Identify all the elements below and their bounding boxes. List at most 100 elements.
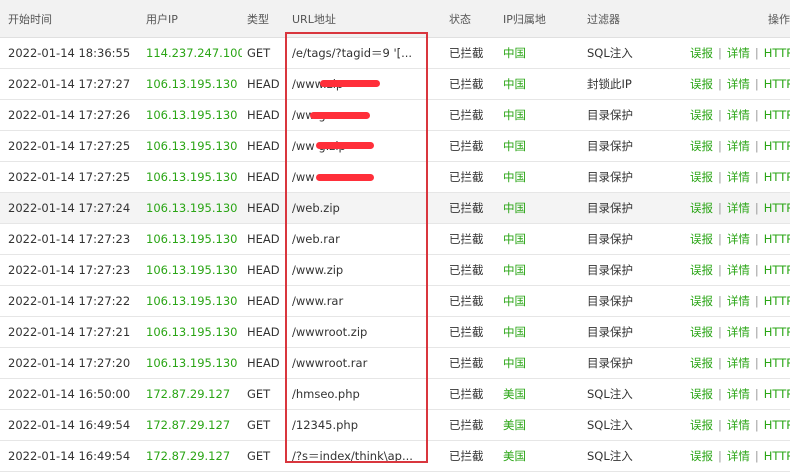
separator: |	[718, 139, 722, 153]
separator: |	[718, 263, 722, 277]
report-false-positive-link[interactable]: 误报	[690, 76, 713, 92]
row-status: 已拦截	[449, 449, 484, 463]
report-false-positive-link[interactable]: 误报	[690, 138, 713, 154]
row-type: GET	[247, 46, 271, 60]
http-link[interactable]: HTTP	[764, 108, 790, 122]
row-filter: SQL注入	[587, 449, 633, 463]
row-filter: 目录保护	[587, 356, 633, 370]
row-type: GET	[247, 387, 271, 401]
row-ip: 106.13.195.130	[146, 356, 238, 370]
report-false-positive-link[interactable]: 误报	[690, 45, 713, 61]
report-false-positive-link[interactable]: 误报	[690, 107, 713, 123]
row-url: /e/tags/?tagid＝9 '[...	[292, 46, 413, 60]
report-false-positive-link[interactable]: 误报	[690, 262, 713, 278]
row-filter: SQL注入	[587, 418, 633, 432]
http-link[interactable]: HTTP	[764, 418, 790, 432]
report-false-positive-link[interactable]: 误报	[690, 293, 713, 309]
row-status: 已拦截	[449, 170, 484, 184]
report-false-positive-link[interactable]: 误报	[690, 355, 713, 371]
report-false-positive-link[interactable]: 误报	[690, 231, 713, 247]
header-status: 状态	[449, 12, 471, 26]
details-link[interactable]: 详情	[727, 293, 750, 309]
table-header: 开始时间 用户IP 类型 URL地址 状态 IP归属地 过滤器 操作	[0, 0, 790, 38]
http-link[interactable]: HTTP	[764, 263, 790, 277]
http-link[interactable]: HTTP	[764, 46, 790, 60]
http-link[interactable]: HTTP	[764, 294, 790, 308]
report-false-positive-link[interactable]: 误报	[690, 324, 713, 340]
http-link[interactable]: HTTP	[764, 232, 790, 246]
separator: |	[718, 232, 722, 246]
row-status: 已拦截	[449, 387, 484, 401]
row-region: 中国	[503, 232, 526, 246]
http-link[interactable]: HTTP	[764, 325, 790, 339]
table-row: 2022-01-14 17:27:26 106.13.195.130 HEAD/ww…	[0, 100, 790, 131]
details-link[interactable]: 详情	[727, 448, 750, 464]
row-time: 2022-01-14 17:27:27	[8, 77, 131, 91]
http-link[interactable]: HTTP	[764, 387, 790, 401]
details-link[interactable]: 详情	[727, 417, 750, 433]
report-false-positive-link[interactable]: 误报	[690, 417, 713, 433]
row-ip: 172.87.29.127	[146, 418, 231, 432]
row-ip: 106.13.195.130	[146, 232, 238, 246]
report-false-positive-link[interactable]: 误报	[690, 386, 713, 402]
row-actions: 误报 | 详情 | HTTP	[690, 286, 790, 316]
table-row: 2022-01-14 18:36:55 114.237.247.100 GET/e/…	[0, 38, 790, 69]
http-link[interactable]: HTTP	[764, 139, 790, 153]
row-status: 已拦截	[449, 46, 484, 60]
row-filter: 封锁此IP	[587, 77, 632, 91]
row-type: HEAD	[247, 108, 280, 122]
report-false-positive-link[interactable]: 误报	[690, 169, 713, 185]
details-link[interactable]: 详情	[727, 231, 750, 247]
details-link[interactable]: 详情	[727, 169, 750, 185]
separator: |	[754, 232, 759, 246]
http-link[interactable]: HTTP	[764, 356, 790, 370]
http-link[interactable]: HTTP	[764, 449, 790, 463]
row-url: /www.zip	[292, 77, 344, 91]
row-time: 2022-01-14 16:50:00	[8, 387, 131, 401]
row-type: HEAD	[247, 77, 280, 91]
row-url: /ww g.zip	[292, 139, 346, 153]
details-link[interactable]: 详情	[727, 324, 750, 340]
row-type: HEAD	[247, 201, 280, 215]
row-status: 已拦截	[449, 201, 484, 215]
row-region: 中国	[503, 77, 526, 91]
row-region: 中国	[503, 108, 526, 122]
http-link[interactable]: HTTP	[764, 77, 790, 91]
row-status: 已拦截	[449, 108, 484, 122]
details-link[interactable]: 详情	[727, 355, 750, 371]
report-false-positive-link[interactable]: 误报	[690, 448, 713, 464]
row-ip: 106.13.195.130	[146, 108, 238, 122]
http-link[interactable]: HTTP	[764, 201, 790, 215]
row-filter: 目录保护	[587, 325, 633, 339]
details-link[interactable]: 详情	[727, 107, 750, 123]
row-filter: 目录保护	[587, 139, 633, 153]
row-status: 已拦截	[449, 263, 484, 277]
row-actions: 误报 | 详情 | HTTP	[690, 69, 790, 99]
details-link[interactable]: 详情	[727, 386, 750, 402]
header-region: IP归属地	[503, 12, 546, 26]
row-region: 中国	[503, 294, 526, 308]
row-status: 已拦截	[449, 356, 484, 370]
row-actions: 误报 | 详情 | HTTP	[690, 162, 790, 192]
row-type: GET	[247, 418, 271, 432]
details-link[interactable]: 详情	[727, 45, 750, 61]
row-time: 2022-01-14 17:27:25	[8, 139, 131, 153]
row-status: 已拦截	[449, 139, 484, 153]
row-ip: 106.13.195.130	[146, 201, 238, 215]
details-link[interactable]: 详情	[727, 76, 750, 92]
row-actions: 误报 | 详情 | HTTP	[690, 317, 790, 347]
row-url: /wwwroot.zip	[292, 325, 368, 339]
header-ops: 操作	[768, 12, 790, 26]
separator: |	[754, 46, 759, 60]
http-link[interactable]: HTTP	[764, 170, 790, 184]
row-time: 2022-01-14 17:27:24	[8, 201, 131, 215]
header-url: URL地址	[292, 12, 336, 26]
report-false-positive-link[interactable]: 误报	[690, 200, 713, 216]
details-link[interactable]: 详情	[727, 138, 750, 154]
row-url: /web.zip	[292, 201, 340, 215]
separator: |	[754, 201, 759, 215]
details-link[interactable]: 详情	[727, 200, 750, 216]
details-link[interactable]: 详情	[727, 262, 750, 278]
row-url: /ww g.rar	[292, 108, 346, 122]
row-actions: 误报 | 详情 | HTTP	[690, 100, 790, 130]
